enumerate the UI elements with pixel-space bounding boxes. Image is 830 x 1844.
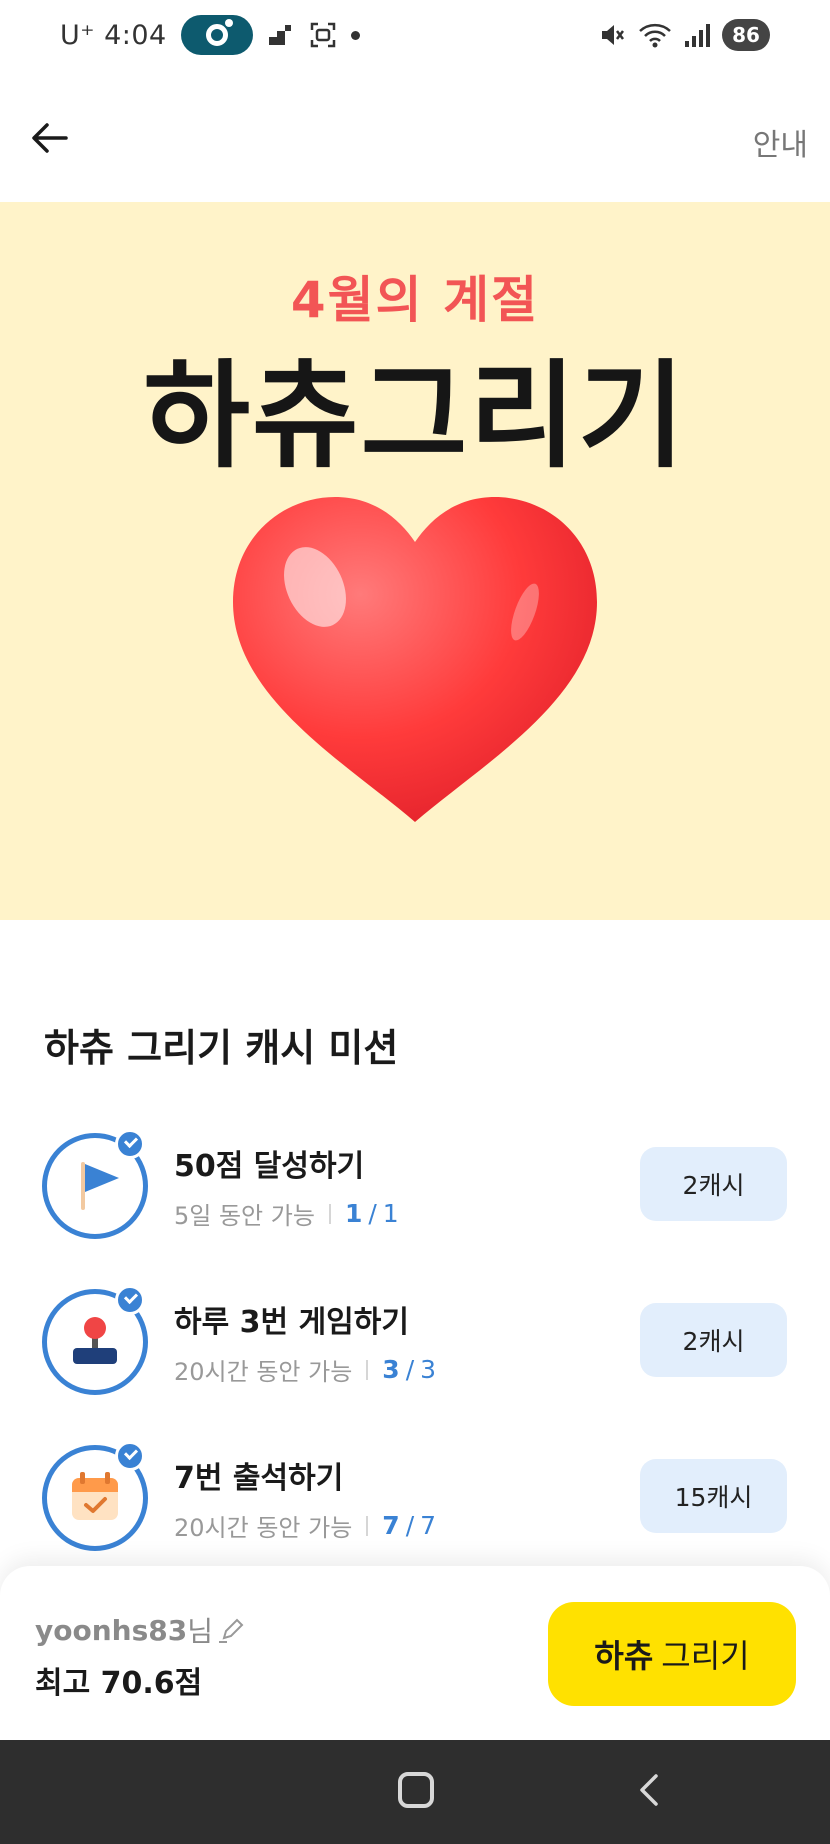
banner-title: 하츄그리기	[143, 349, 687, 484]
status-left: U⁺ 4:04	[60, 14, 360, 56]
progress-total: 7	[420, 1511, 437, 1540]
status-right: 86	[598, 14, 770, 56]
status-bar: U⁺ 4:04 86	[0, 0, 830, 72]
username-suffix: 님	[187, 1615, 213, 1648]
guide-button[interactable]: 안내	[753, 120, 808, 164]
pencil-icon[interactable]	[217, 1615, 247, 1645]
back-arrow-icon[interactable]	[26, 114, 74, 162]
mission-meta: 20시간 동안 가능 7/7	[174, 1508, 436, 1543]
heart-icon	[233, 497, 597, 822]
divider	[366, 1515, 369, 1536]
progress-total: 3	[420, 1355, 437, 1384]
mission-name: 50점 달성하기	[174, 1149, 365, 1184]
mission-period: 20시간 동안 가능	[174, 1358, 353, 1386]
mission-progress: 7/7	[382, 1511, 437, 1540]
bottom-panel: yoonhs83 님 최고 70.6점 하츄 그리기	[0, 1566, 830, 1740]
username: yoonhs83	[35, 1613, 188, 1647]
mission-name: 7번 출석하기	[174, 1461, 344, 1496]
battery-icon: 86	[722, 19, 770, 51]
mission-progress: 3/3	[382, 1355, 437, 1384]
cell-signal-icon	[685, 24, 710, 47]
mission-meta: 20시간 동안 가능 3/3	[174, 1352, 436, 1387]
reward-button[interactable]: 15캐시	[640, 1459, 787, 1533]
notification-dot-icon	[350, 30, 360, 40]
home-button-icon[interactable]	[398, 1772, 434, 1808]
progress-done: 3	[382, 1355, 400, 1384]
progress-done: 7	[382, 1511, 400, 1540]
username-row: yoonhs83 님	[35, 1610, 247, 1650]
mission-name: 하루 3번 게임하기	[174, 1305, 409, 1340]
media-indicator-icon	[180, 15, 253, 55]
reward-button[interactable]: 2캐시	[640, 1147, 787, 1221]
play-button-bold: 하츄	[594, 1637, 654, 1675]
nav-back-icon[interactable]	[628, 1768, 672, 1812]
screenshot-icon	[310, 22, 335, 48]
reward-button[interactable]: 2캐시	[640, 1303, 787, 1377]
progress-done: 1	[344, 1199, 363, 1228]
status-time: U⁺ 4:04	[60, 19, 167, 51]
start-drawing-button[interactable]: 하츄 그리기	[548, 1602, 796, 1706]
mission-section-title: 하츄 그리기 캐시 미션	[44, 1026, 399, 1070]
mission-item: 하루 3번 게임하기 20시간 동안 가능 3/3 2캐시	[0, 1285, 830, 1399]
completed-check-icon	[115, 1285, 145, 1315]
event-banner: 4월의 계절 하츄그리기	[0, 202, 830, 920]
divider	[328, 1203, 331, 1224]
signal-steps-icon	[268, 25, 291, 45]
mission-item: 50점 달성하기 5일 동안 가능 1/1 2캐시	[0, 1129, 830, 1243]
mute-icon	[602, 25, 624, 45]
system-nav-bar	[0, 1740, 830, 1844]
wifi-icon	[639, 23, 671, 48]
app-header: 안내	[0, 72, 830, 202]
best-score: 최고 70.6점	[35, 1666, 203, 1701]
completed-check-icon	[115, 1129, 145, 1159]
mission-period: 20시간 동안 가능	[174, 1514, 353, 1542]
mission-period: 5일 동안 가능	[174, 1202, 315, 1230]
mission-meta: 5일 동안 가능 1/1	[174, 1196, 399, 1231]
divider	[366, 1359, 369, 1380]
play-button-rest: 그리기	[661, 1637, 750, 1675]
mission-progress: 1/1	[344, 1199, 399, 1228]
progress-total: 1	[382, 1199, 399, 1228]
mission-item: 7번 출석하기 20시간 동안 가능 7/7 15캐시	[0, 1441, 830, 1555]
completed-check-icon	[115, 1441, 145, 1471]
